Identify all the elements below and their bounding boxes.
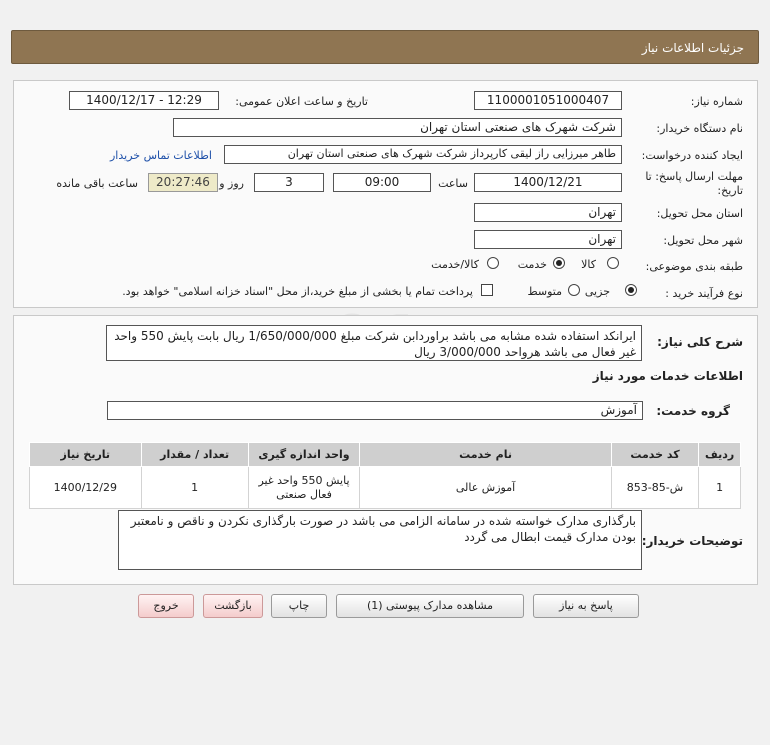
cell-need-date: 1400/12/29 bbox=[29, 466, 142, 509]
view-attachments-button[interactable]: مشاهده مدارک پیوستی (1) bbox=[336, 594, 524, 618]
buyer-notes-box: بارگذاری مدارک خواسته شده در سامانه الزا… bbox=[118, 510, 642, 570]
services-table-header: ردیف کد خدمت نام خدمت واحد اندازه گیری ت… bbox=[29, 442, 741, 467]
days-label: روز و bbox=[219, 177, 244, 190]
treasury-checkbox[interactable] bbox=[481, 284, 493, 296]
purchase-radio-minor[interactable] bbox=[625, 284, 637, 296]
delivery-city-field: تهران bbox=[474, 230, 622, 249]
buyer-org-label: نام دستگاه خریدار: bbox=[656, 122, 743, 135]
cell-service-code: ش-85-853 bbox=[610, 466, 700, 509]
services-info-title: اطلاعات خدمات مورد نیاز bbox=[592, 369, 743, 383]
announce-label: تاریخ و ساعت اعلان عمومی: bbox=[235, 95, 368, 108]
need-number-field: 1100001051000407 bbox=[474, 91, 622, 110]
deadline-date-field: 1400/12/21 bbox=[474, 173, 622, 192]
services-table: ردیف کد خدمت نام خدمت واحد اندازه گیری ت… bbox=[29, 442, 741, 509]
purchase-option-medium: متوسط bbox=[527, 285, 562, 298]
cell-service-name: آموزش عالی bbox=[359, 466, 612, 509]
general-desc-box: ایرانکد استفاده شده مشابه می باشد براورد… bbox=[106, 325, 642, 361]
days-count-field: 3 bbox=[254, 173, 324, 192]
print-button[interactable]: چاپ bbox=[271, 594, 327, 618]
service-group-field: آموزش bbox=[107, 401, 643, 420]
deadline-label-line1: مهلت ارسال پاسخ: تا bbox=[645, 170, 743, 183]
deadline-time-field: 09:00 bbox=[333, 173, 431, 192]
request-info-panel bbox=[13, 80, 758, 308]
deadline-time-label: ساعت bbox=[438, 177, 468, 190]
col-unit: واحد اندازه گیری bbox=[247, 442, 361, 467]
announce-datetime-field: 1400/12/17 - 12:29 bbox=[69, 91, 219, 110]
col-service-name: نام خدمت bbox=[359, 442, 612, 467]
purchase-radio-medium[interactable] bbox=[568, 284, 580, 296]
cell-row-number: 1 bbox=[698, 466, 741, 509]
col-quantity: تعداد / مقدار bbox=[140, 442, 249, 467]
treasury-note: پرداخت تمام یا بخشی از مبلغ خرید،از محل … bbox=[122, 285, 473, 298]
page-title: جزئیات اطلاعات نیاز bbox=[641, 41, 744, 55]
category-radio-service[interactable] bbox=[553, 257, 565, 269]
delivery-province-field: تهران bbox=[474, 203, 622, 222]
category-label: طبقه بندی موضوعی: bbox=[645, 260, 743, 273]
deadline-label-line2: تاریخ: bbox=[717, 184, 743, 197]
table-row: 1 ش-85-853 آموزش عالی پایش 550 واحد غیر … bbox=[29, 466, 741, 509]
remaining-time-field: 20:27:46 bbox=[148, 173, 218, 192]
category-radio-goods-service[interactable] bbox=[487, 257, 499, 269]
purchase-type-label: نوع فرآیند خرید : bbox=[665, 287, 743, 300]
service-group-label: گروه خدمت: bbox=[656, 404, 730, 418]
respond-button[interactable]: پاسخ به نیاز bbox=[533, 594, 639, 618]
exit-button[interactable]: خروج bbox=[138, 594, 194, 618]
cell-unit: پایش 550 واحد غیر فعال صنعتی bbox=[247, 466, 361, 509]
delivery-city-label: شهر محل تحویل: bbox=[663, 234, 743, 247]
contact-buyer-link[interactable]: اطلاعات تماس خریدار bbox=[110, 149, 212, 162]
col-need-date: تاریخ نیاز bbox=[29, 442, 142, 467]
remaining-time-label: ساعت باقی مانده bbox=[56, 177, 138, 190]
creator-label: ایجاد کننده درخواست: bbox=[641, 149, 743, 162]
buyer-org-field: شرکت شهرک های صنعتی استان تهران bbox=[173, 118, 622, 137]
need-number-label: شماره نیاز: bbox=[690, 95, 743, 108]
cell-quantity: 1 bbox=[140, 466, 249, 509]
category-option-goods: کالا bbox=[581, 258, 596, 271]
buyer-notes-label: توضیحات خریدار: bbox=[641, 534, 743, 548]
delivery-province-label: استان محل تحویل: bbox=[656, 207, 743, 220]
category-option-goods-service: کالا/خدمت bbox=[431, 258, 479, 271]
category-option-service: خدمت bbox=[517, 258, 547, 271]
page-header: جزئیات اطلاعات نیاز bbox=[11, 30, 759, 64]
back-button[interactable]: بازگشت bbox=[203, 594, 263, 618]
category-radio-goods[interactable] bbox=[607, 257, 619, 269]
general-desc-label: شرح کلی نیاز: bbox=[657, 335, 743, 349]
creator-field: طاهر میرزایی راز لیقی کارپرداز شرکت شهرک… bbox=[224, 145, 622, 164]
col-row-number: ردیف bbox=[698, 442, 741, 467]
col-service-code: کد خدمت bbox=[610, 442, 700, 467]
purchase-option-minor: جزیی bbox=[584, 285, 610, 298]
